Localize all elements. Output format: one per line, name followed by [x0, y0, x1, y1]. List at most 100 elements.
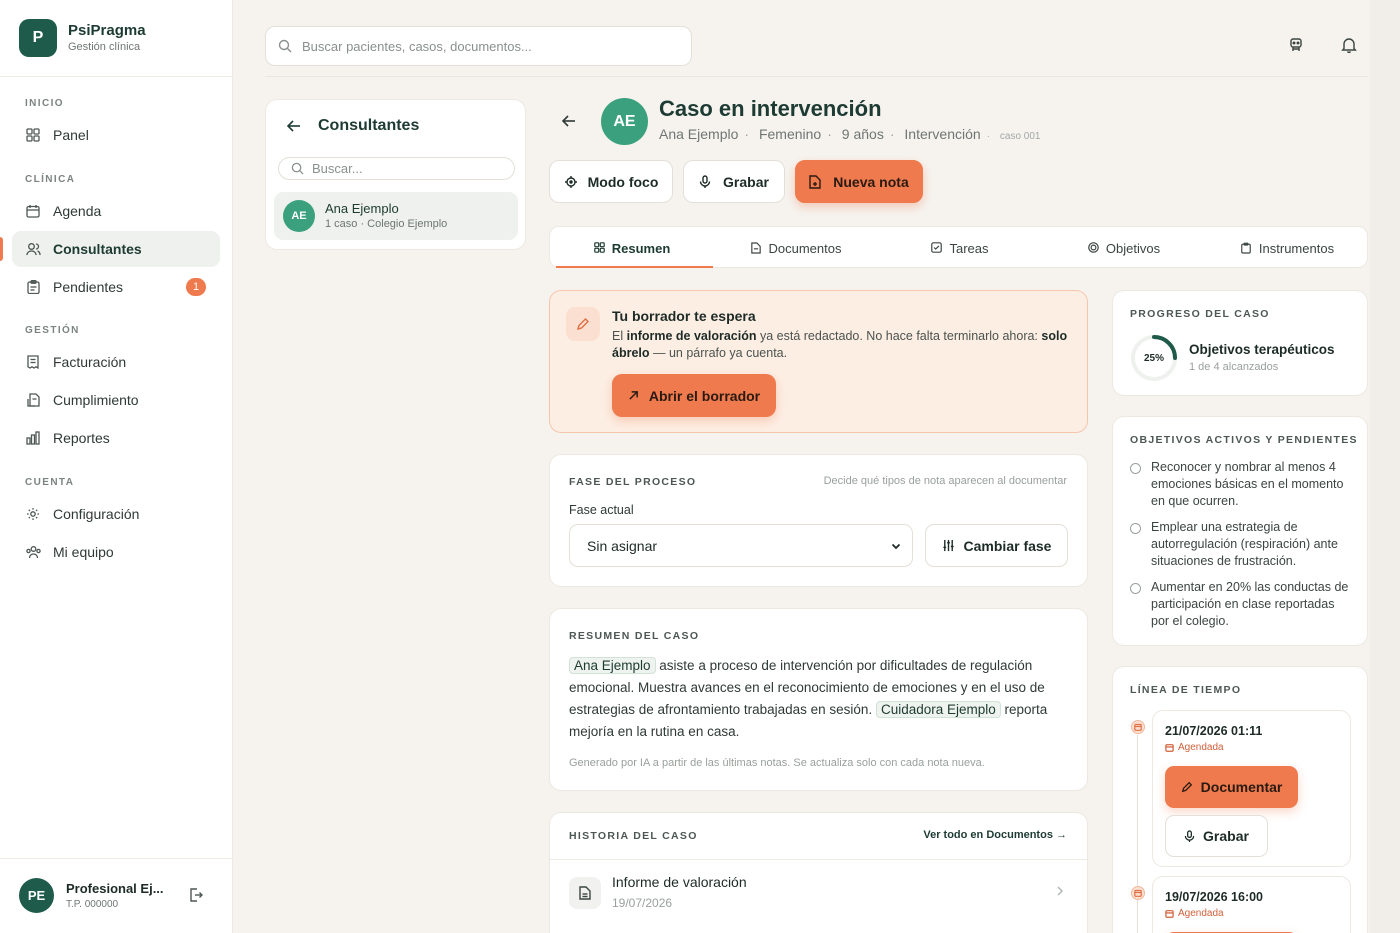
case-history-card: HISTORIA DEL CASO Ver todo en Documentos… — [549, 812, 1089, 933]
section-caption: LÍNEA DE TIEMPO — [1130, 684, 1242, 696]
open-draft-button[interactable]: Abrir el borrador — [612, 374, 776, 417]
avatar: AE — [283, 200, 315, 232]
focus-mode-button[interactable]: Modo foco — [549, 160, 673, 203]
nav-section-inicio: INICIO — [25, 98, 64, 109]
caregiver-chip[interactable]: Cuidadora Ejemplo — [875, 701, 1001, 718]
consultant-list-item[interactable]: AE Ana Ejemplo 1 caso · Colegio Ejemplo — [274, 192, 518, 240]
pencil-icon — [566, 307, 600, 341]
tab-label: Instrumentos — [1258, 240, 1335, 256]
back-arrow-icon[interactable] — [286, 118, 302, 134]
history-item-title: Informe de valoración — [612, 874, 747, 890]
patient-name: Ana Ejemplo — [659, 126, 739, 142]
avatar: PE — [19, 878, 54, 913]
sidebar-item-configuracion[interactable]: Configuración — [12, 496, 220, 532]
arrow-up-right-icon — [628, 390, 639, 401]
selected-value: Sin asignar — [587, 537, 658, 554]
record-button[interactable]: Grabar — [683, 160, 785, 203]
bar-chart-icon — [25, 430, 41, 446]
objective-item[interactable]: Aumentar en 20% las conductas de partici… — [1130, 579, 1355, 630]
sidebar-item-agenda[interactable]: Agenda — [12, 193, 220, 229]
progress-title: Objetivos terapéuticos — [1189, 342, 1335, 357]
phase-hint: Decide qué tipos de nota aparecen al doc… — [823, 475, 1067, 487]
page-title: Caso en intervención — [659, 96, 882, 121]
sidebar-item-label: Cumplimiento — [53, 392, 139, 408]
record-session-button[interactable]: Grabar — [1165, 815, 1268, 857]
button-label: Cambiar fase — [963, 537, 1052, 554]
sidebar-item-reportes[interactable]: Reportes — [12, 420, 220, 456]
button-label: Grabar — [723, 173, 769, 190]
section-caption: FASE DEL PROCESO — [569, 476, 697, 488]
nav-section-clinica: CLÍNICA — [25, 174, 76, 185]
divider — [0, 76, 233, 77]
avatar: AE — [601, 98, 648, 145]
sidebar-item-mi-equipo[interactable]: Mi equipo — [12, 534, 220, 570]
search-icon — [291, 162, 304, 175]
check-square-icon — [931, 242, 943, 254]
sidebar-item-facturacion[interactable]: Facturación — [12, 344, 220, 380]
case-meta: Ana Ejemplo · Femenino · 9 años · Intervenc… — [659, 126, 1041, 142]
search-placeholder: Buscar... — [312, 161, 363, 176]
objectives-card: OBJETIVOS ACTIVOS Y PENDIENTES Reconocer… — [1112, 416, 1368, 646]
calendar-icon — [1165, 743, 1174, 752]
section-caption: PROGRESO DEL CASO — [1130, 308, 1270, 320]
patient-chip[interactable]: Ana Ejemplo — [569, 657, 656, 674]
calendar-icon — [25, 203, 41, 219]
progress-subtitle: 1 de 4 alcanzados — [1189, 361, 1279, 373]
change-phase-button[interactable]: Cambiar fase — [925, 524, 1068, 567]
nav-section-cuenta: CUENTA — [25, 477, 75, 488]
objective-text: Reconocer y nombrar al menos 4 emociones… — [1151, 460, 1344, 508]
tab-tareas[interactable]: Tareas — [878, 227, 1042, 269]
objective-item[interactable]: Reconocer y nombrar al menos 4 emociones… — [1130, 459, 1355, 510]
timeline-event: 21/07/2026 01:11 Agendada Documentar Gra… — [1152, 710, 1351, 867]
consultant-search-input[interactable]: Buscar... — [278, 157, 515, 180]
button-label: Documentar — [1200, 779, 1283, 795]
file-icon — [750, 242, 763, 254]
consultant-meta: 1 caso · Colegio Ejemplo — [325, 218, 448, 230]
tab-instrumentos[interactable]: Instrumentos — [1206, 227, 1369, 269]
gear-icon — [25, 506, 41, 522]
scrollbar-track[interactable] — [1370, 0, 1400, 933]
tab-resumen[interactable]: Resumen — [550, 227, 714, 269]
radio-circle-icon — [1130, 523, 1141, 534]
grid-icon — [593, 242, 606, 254]
global-search-input[interactable]: Buscar pacientes, casos, documentos... — [265, 26, 692, 66]
document-session-button[interactable]: Documentar — [1165, 766, 1298, 808]
sidebar-item-pendientes[interactable]: Pendientes 1 — [12, 269, 220, 305]
divider — [0, 858, 233, 859]
sidebar-item-label: Panel — [53, 127, 89, 143]
sidebar-item-consultantes[interactable]: Consultantes — [12, 231, 220, 267]
view-all-documents-link[interactable]: Ver todo en Documentos → — [923, 829, 1067, 841]
progress-percent: 25% — [1143, 352, 1164, 364]
objective-item[interactable]: Emplear una estrategia de autorregulació… — [1130, 519, 1355, 570]
tab-label: Documentos — [768, 240, 842, 256]
summary-footnote: Generado por IA a partir de las últimas … — [569, 757, 985, 769]
search-placeholder: Buscar pacientes, casos, documentos... — [302, 38, 532, 54]
nav-section-gestion: GESTIÓN — [25, 325, 80, 336]
back-arrow-icon[interactable] — [561, 113, 577, 129]
brand-logo: P — [19, 19, 57, 57]
summary-text: Ana Ejemplo asiste a proceso de interven… — [569, 657, 1048, 739]
tab-objetivos[interactable]: Objetivos — [1042, 227, 1206, 269]
sidebar-item-label: Mi equipo — [53, 544, 114, 560]
case-number: caso 001 — [999, 131, 1041, 142]
new-note-button[interactable]: Nueva nota — [795, 160, 923, 203]
divider — [550, 859, 1089, 860]
phase-select[interactable]: Sin asignar — [569, 524, 913, 567]
draft-title: Tu borrador te espera — [612, 308, 756, 324]
user-profile[interactable]: PE Profesional Ej... T.P. 000000 — [19, 878, 166, 913]
sidebar-item-label: Reportes — [53, 430, 110, 446]
assistant-icon[interactable] — [1287, 36, 1305, 54]
bell-icon[interactable] — [1340, 36, 1358, 54]
field-label: Fase actual — [569, 503, 634, 517]
logout-icon[interactable] — [188, 887, 206, 905]
process-phase-card: FASE DEL PROCESO Decide qué tipos de not… — [549, 454, 1088, 587]
tab-documentos[interactable]: Documentos — [714, 227, 878, 269]
clipboard-icon — [1241, 242, 1253, 254]
patient-age: 9 años — [841, 126, 884, 142]
brand[interactable]: P PsiPragma Gestión clínica — [19, 19, 146, 57]
event-datetime: 19/07/2026 16:00 — [1165, 890, 1264, 904]
sidebar-item-cumplimiento[interactable]: Cumplimiento — [12, 382, 220, 418]
sidebar-item-panel[interactable]: Panel — [12, 117, 220, 153]
draft-reminder-card: Tu borrador te espera El informe de valo… — [549, 290, 1088, 433]
case-phase: Intervención — [904, 126, 981, 142]
